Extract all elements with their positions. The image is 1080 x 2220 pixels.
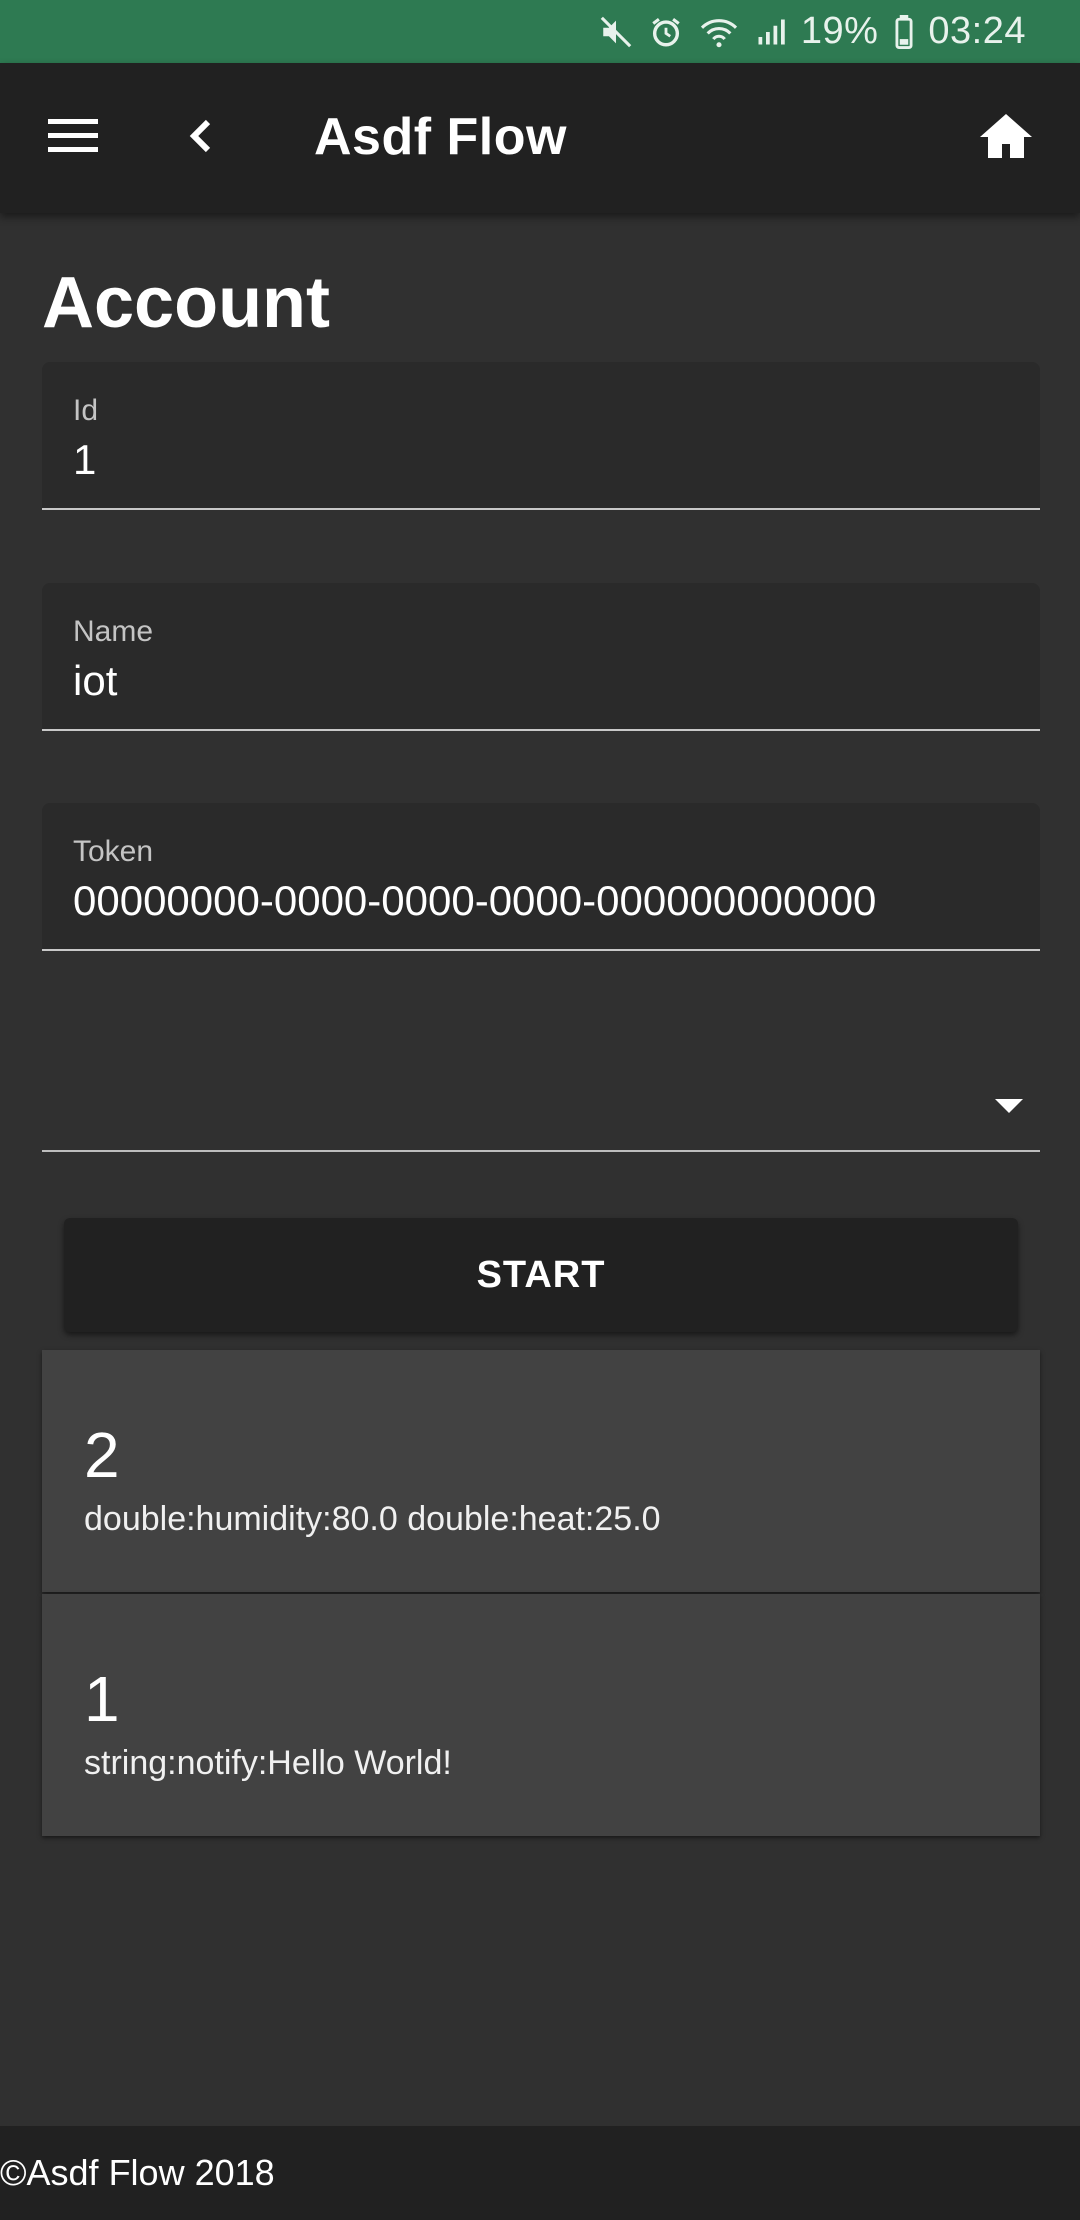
id-label: Id xyxy=(73,394,99,427)
page-title: Account xyxy=(42,263,330,343)
id-field[interactable]: Id xyxy=(42,362,1040,510)
menu-button[interactable] xyxy=(24,96,124,180)
mute-icon xyxy=(599,15,633,49)
start-button[interactable]: START xyxy=(64,1218,1018,1332)
app-bar: Asdf Flow xyxy=(0,63,1080,213)
footer-text: ©Asdf Flow 2018 xyxy=(0,2152,275,2193)
clock: 03:24 xyxy=(928,10,1026,52)
alarm-icon xyxy=(649,15,683,49)
token-label: Token xyxy=(73,835,154,868)
list-item[interactable]: 1 string:notify:Hello World! xyxy=(42,1594,1040,1836)
battery-percent: 19% xyxy=(800,10,879,52)
item-number: 2 xyxy=(84,1419,120,1491)
wifi-icon xyxy=(699,15,739,49)
name-field[interactable]: Name xyxy=(42,583,1040,731)
home-button[interactable] xyxy=(956,96,1056,180)
status-bar: 19% 03:24 xyxy=(0,0,1080,63)
token-input[interactable] xyxy=(73,877,1013,925)
battery-icon xyxy=(894,14,914,49)
footer: ©Asdf Flow 2018 xyxy=(0,2126,1080,2220)
id-input[interactable] xyxy=(73,436,1013,484)
item-number: 1 xyxy=(84,1663,120,1735)
device-select[interactable] xyxy=(42,1010,1040,1152)
item-text: double:humidity:80.0 double:heat:25.0 xyxy=(84,1500,661,1538)
menu-icon xyxy=(48,116,100,161)
item-text: string:notify:Hello World! xyxy=(84,1744,452,1782)
dropdown-arrow-icon xyxy=(994,1098,1024,1119)
back-icon xyxy=(186,116,214,161)
signal-icon xyxy=(755,17,787,47)
back-button[interactable] xyxy=(155,96,245,180)
token-field[interactable]: Token xyxy=(42,803,1040,951)
app-title: Asdf Flow xyxy=(314,108,567,166)
name-label: Name xyxy=(73,615,154,648)
home-icon xyxy=(979,112,1033,165)
list-item[interactable]: 2 double:humidity:80.0 double:heat:25.0 xyxy=(42,1350,1040,1592)
name-input[interactable] xyxy=(73,657,1013,705)
